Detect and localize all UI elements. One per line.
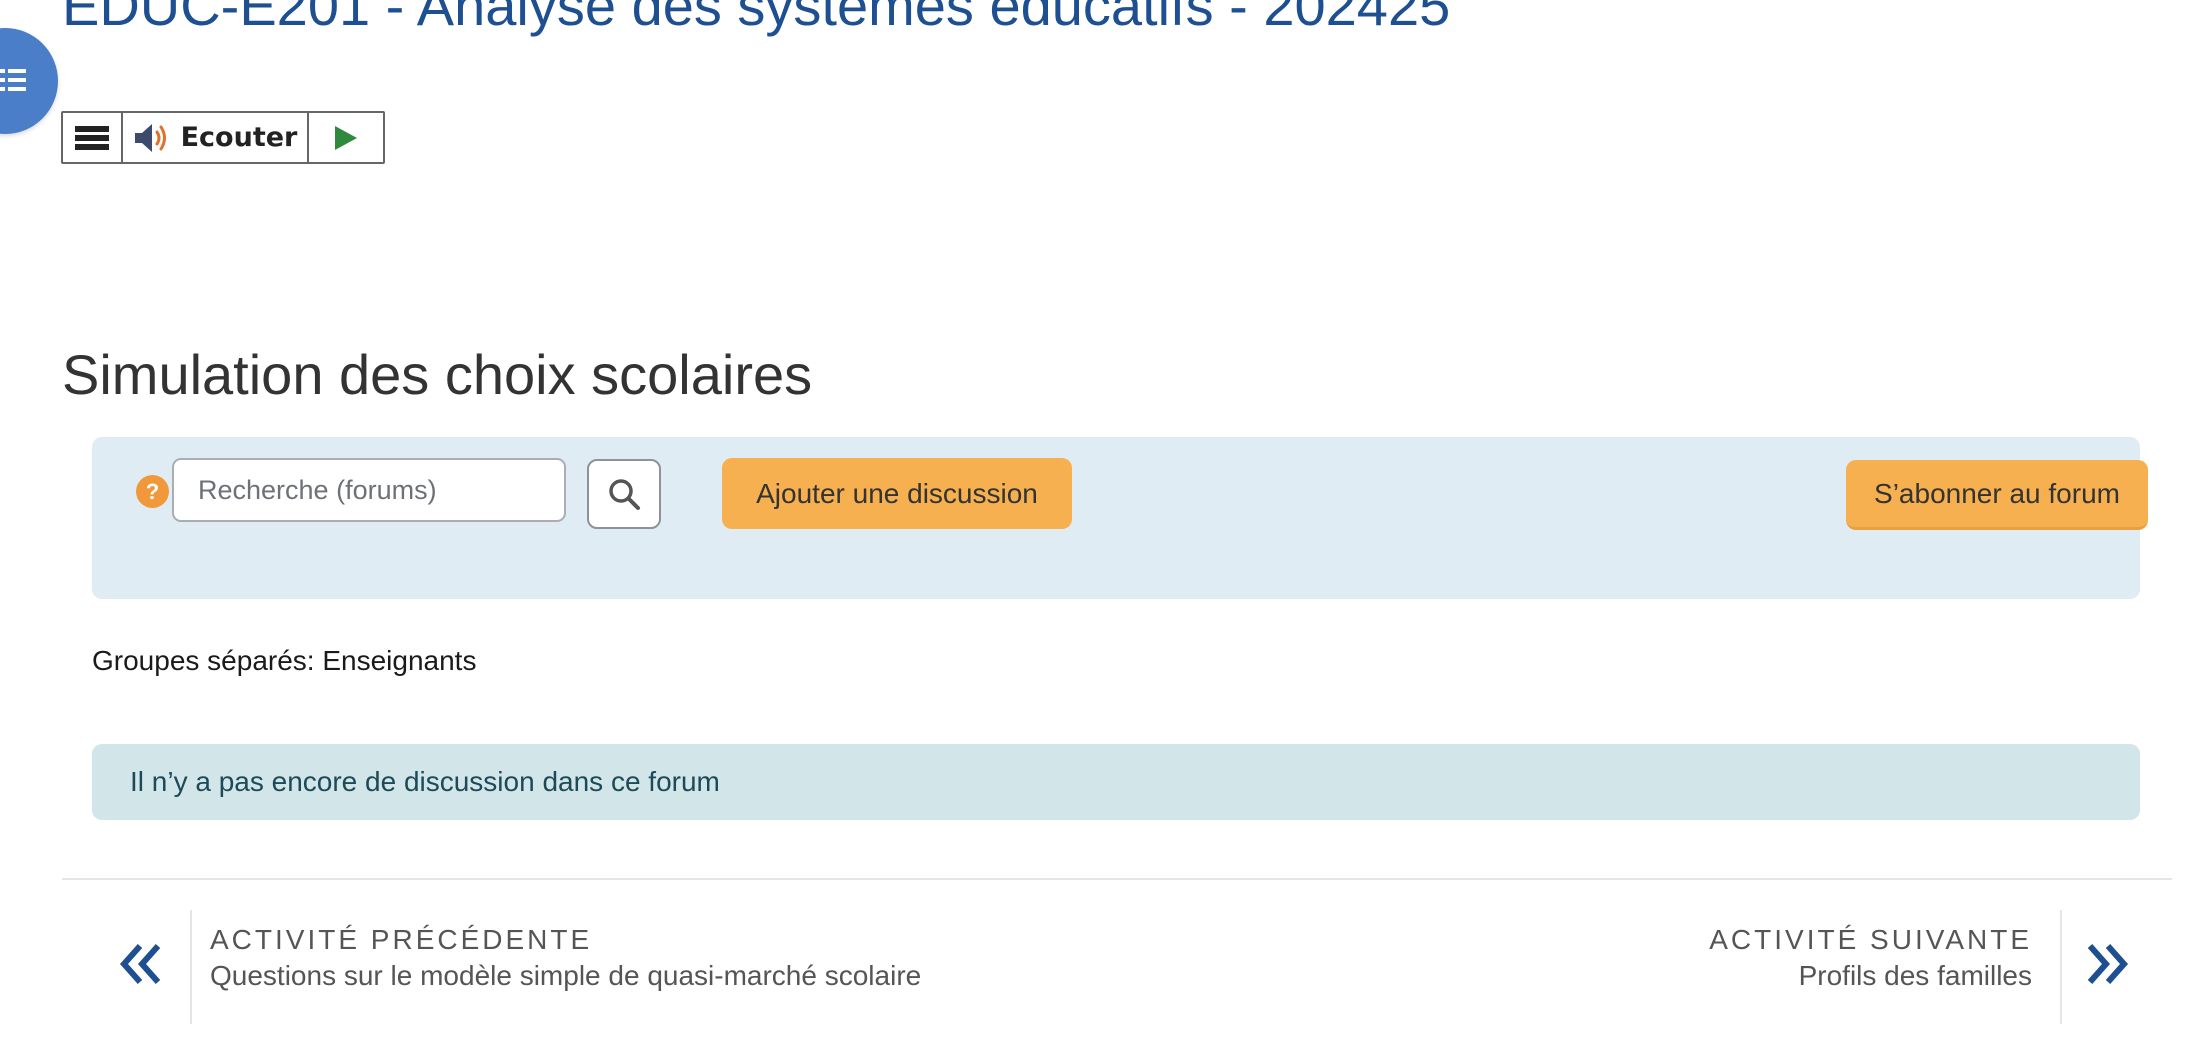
next-activity-link[interactable]: Activité suivante Profils des familles <box>1650 910 2130 1024</box>
page: EDUC-E201 - Analyse des systèmes éducati… <box>0 0 2198 1040</box>
activity-title: Simulation des choix scolaires <box>62 343 813 406</box>
search-icon <box>609 479 640 510</box>
group-mode-label: Groupes séparés: Enseignants <box>92 645 477 676</box>
double-chevron-left-icon <box>119 944 161 984</box>
list-icon <box>0 69 26 91</box>
readspeaker-menu-button[interactable] <box>63 113 123 162</box>
double-chevron-right-icon <box>2087 944 2129 984</box>
previous-nav-separator <box>190 910 192 1024</box>
listen-button[interactable]: Ecouter <box>123 113 309 162</box>
course-title[interactable]: EDUC-E201 - Analyse des systèmes éducati… <box>62 0 1450 34</box>
previous-activity-kicker: Activité précédente <box>210 924 593 955</box>
empty-forum-notice: Il n’y a pas encore de discussion dans c… <box>92 744 2140 820</box>
drawer-toggle-button[interactable] <box>0 28 58 134</box>
hamburger-menu-icon <box>75 125 109 150</box>
subscribe-forum-button[interactable]: S’abonner au forum <box>1846 460 2148 530</box>
readspeaker-toolbar: Ecouter <box>61 111 385 164</box>
previous-activity-name: Questions sur le modèle simple de quasi-… <box>210 960 922 991</box>
listen-label: Ecouter <box>180 122 298 153</box>
search-button[interactable] <box>587 459 661 529</box>
empty-forum-notice-text: Il n’y a pas encore de discussion dans c… <box>130 766 720 797</box>
speaker-icon <box>134 123 166 152</box>
search-input[interactable] <box>172 458 566 522</box>
previous-activity-link[interactable]: Activité précédente Questions sur le mod… <box>104 910 964 1024</box>
play-button[interactable] <box>309 113 383 162</box>
next-activity-kicker: Activité suivante <box>1709 924 2032 955</box>
add-discussion-button[interactable]: Ajouter une discussion <box>722 458 1072 529</box>
next-nav-separator <box>2060 910 2062 1024</box>
play-icon <box>335 125 357 150</box>
next-activity-name: Profils des familles <box>1798 960 2032 991</box>
question-mark-icon[interactable]: ? <box>136 475 169 508</box>
activity-nav-divider <box>62 878 2172 880</box>
